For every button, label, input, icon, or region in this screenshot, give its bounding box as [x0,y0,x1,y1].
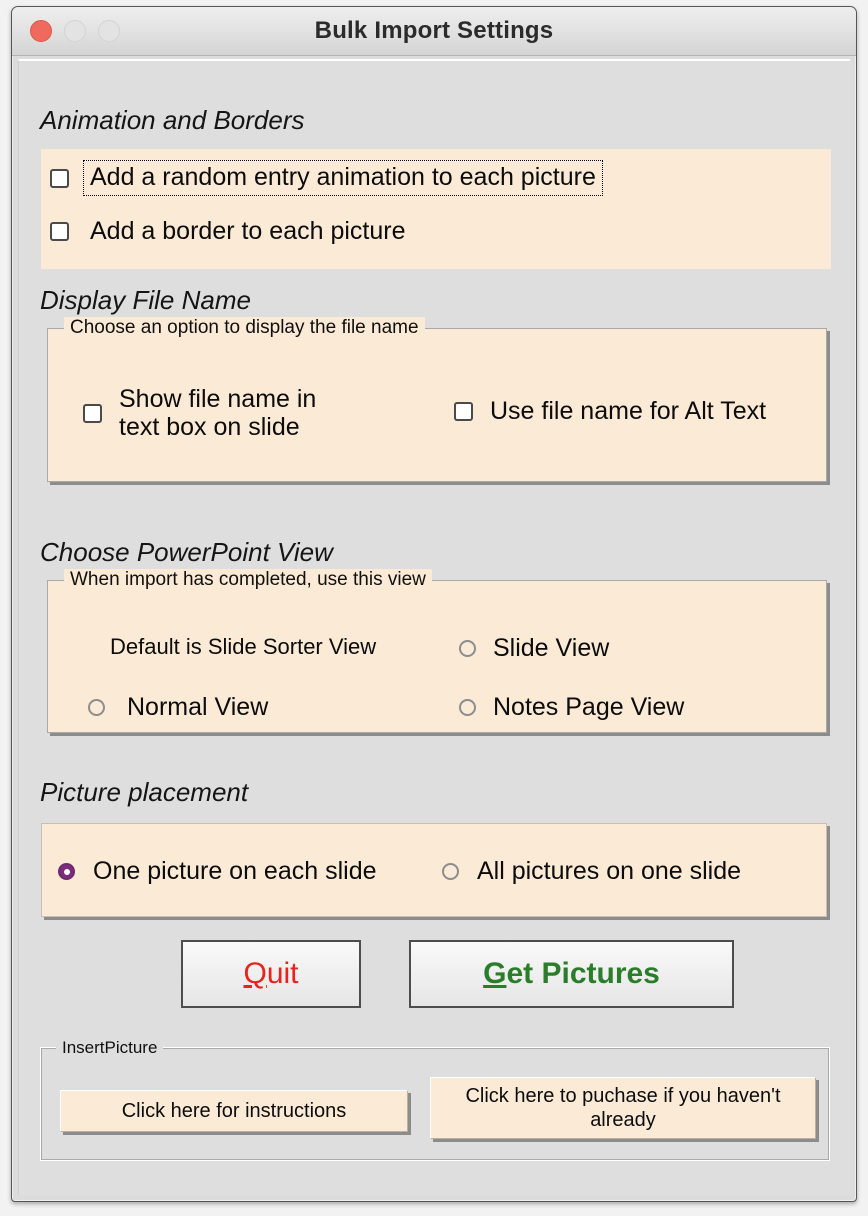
default-view-note: Default is Slide Sorter View [110,634,377,659]
checkbox-show-file-name[interactable] [83,403,102,423]
quit-button-accel: Q [243,957,267,990]
purchase-button[interactable]: Click here to puchase if you haven't alr… [430,1077,816,1139]
radio-label-normal-view[interactable]: Normal View [127,693,268,722]
checkbox-row-add-border[interactable]: Add a border to each picture [50,217,405,246]
radio-label-all-pictures-one-slide[interactable]: All pictures on one slide [477,857,741,886]
groupbox-legend-insert-picture: InsertPicture [56,1038,164,1058]
checkbox-row-random-animation[interactable]: Add a random entry animation to each pic… [50,160,603,196]
radio-label-slide-view[interactable]: Slide View [493,634,609,663]
radio-normal-view[interactable] [88,699,105,716]
groupbox-legend-display-file-name: Choose an option to display the file nam… [64,317,425,339]
checkbox-label-add-border[interactable]: Add a border to each picture [90,217,405,246]
title-bar: Bulk Import Settings [12,7,856,56]
app-window: Bulk Import Settings Animation and Borde… [11,6,857,1202]
radio-label-notes-page-view[interactable]: Notes Page View [493,693,684,722]
groupbox-display-file-name: Choose an option to display the file nam… [47,317,827,482]
radio-row-one-per-slide[interactable]: One picture on each slide [58,857,377,886]
radio-row-slide-view[interactable]: Slide View [459,634,609,663]
section-heading-picture-placement: Picture placement [40,777,249,807]
radio-label-one-picture-each-slide[interactable]: One picture on each slide [93,857,377,886]
checkbox-add-border[interactable] [50,222,69,241]
radio-row-all-one-slide[interactable]: All pictures on one slide [442,857,741,886]
checkbox-row-alt-text[interactable]: Use file name for Alt Text [454,397,766,426]
checkbox-alt-text[interactable] [454,402,473,421]
groupbox-legend-powerpoint-view: When import has completed, use this view [64,569,432,591]
instructions-button[interactable]: Click here for instructions [60,1090,408,1132]
groupbox-powerpoint-view: When import has completed, use this view… [47,569,827,733]
get-pictures-accel: G [483,957,507,990]
checkbox-random-animation[interactable] [50,168,69,188]
radio-all-pictures-one-slide[interactable] [442,863,459,880]
checkbox-label-show-file-name[interactable]: Show file name in text box on slide [119,385,359,441]
radio-notes-page-view[interactable] [459,699,476,716]
section-heading-powerpoint-view: Choose PowerPoint View [40,537,333,567]
get-pictures-rest: et Pictures [506,957,660,990]
checkbox-row-show-file-name[interactable]: Show file name in text box on slide [83,385,383,441]
section-heading-display-file-name: Display File Name [40,285,251,315]
checkbox-label-alt-text[interactable]: Use file name for Alt Text [490,397,766,426]
groupbox-insert-picture: InsertPicture Click here for instruction… [40,1038,830,1161]
radio-row-normal-view[interactable]: Normal View [88,693,268,722]
radio-one-picture-each-slide[interactable] [58,863,75,880]
radio-row-notes-page-view[interactable]: Notes Page View [459,693,684,722]
quit-button-rest: uit [266,957,299,990]
form-surface: Animation and Borders Add a random entry… [18,59,850,1195]
quit-button[interactable]: Quit [181,940,361,1008]
get-pictures-button[interactable]: Get Pictures [409,940,734,1008]
window-title: Bulk Import Settings [314,17,554,44]
section-heading-animation: Animation and Borders [40,105,305,135]
radio-slide-view[interactable] [459,640,476,657]
checkbox-label-random-animation[interactable]: Add a random entry animation to each pic… [83,160,603,196]
